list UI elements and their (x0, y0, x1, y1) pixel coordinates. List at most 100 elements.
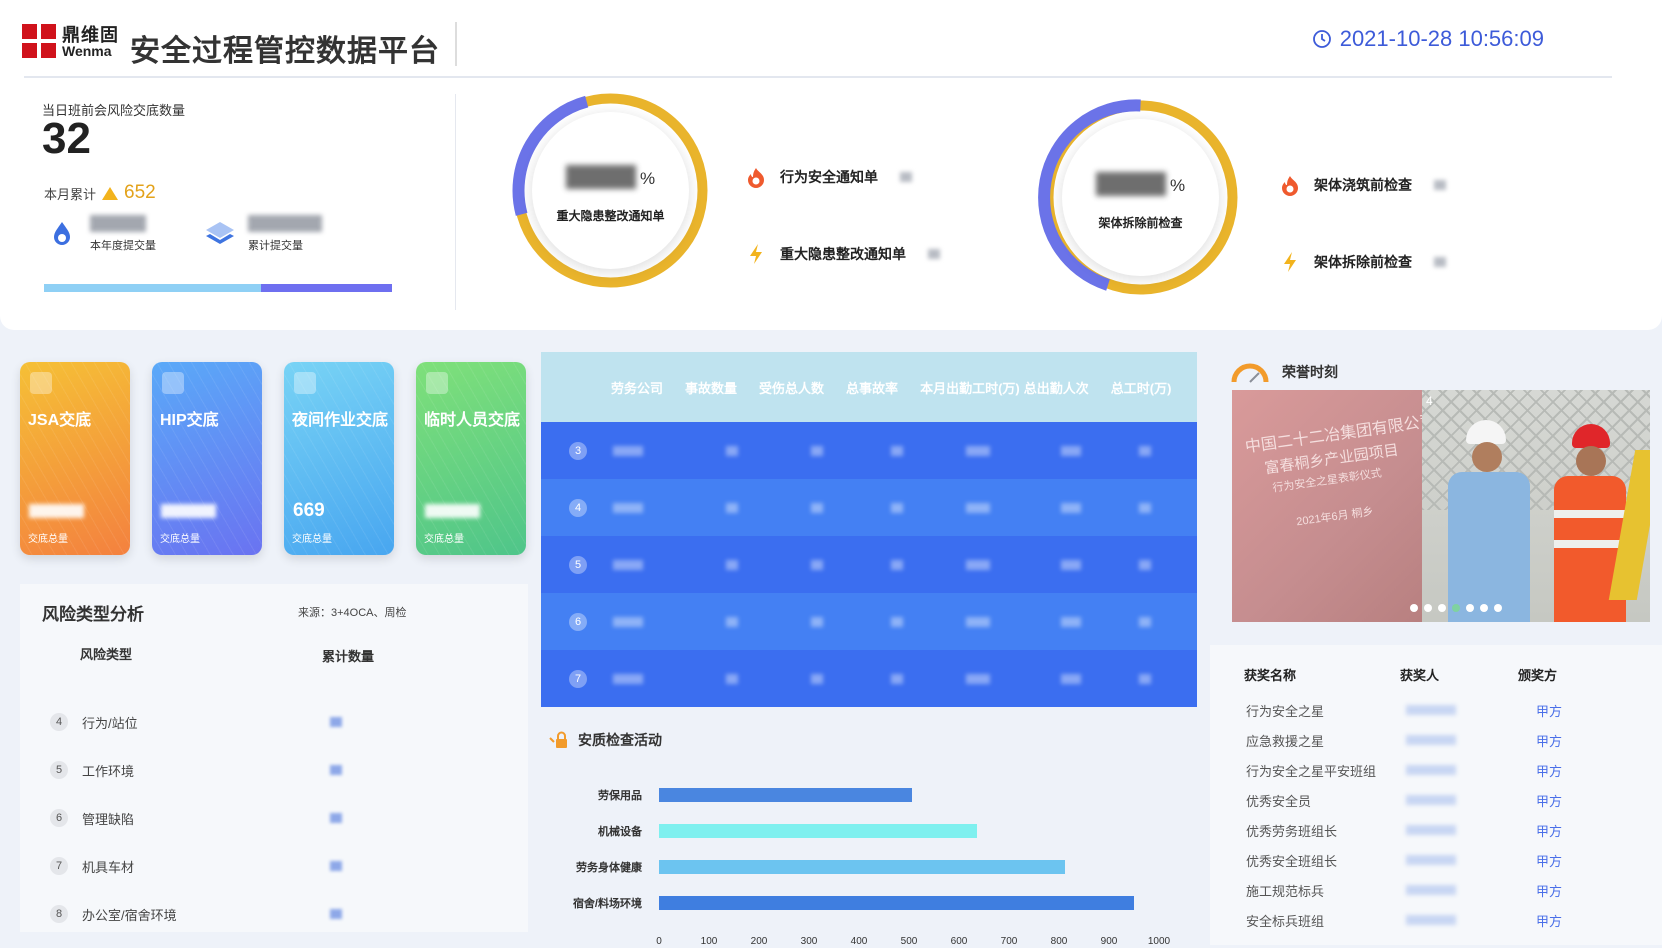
gauge-icon (1231, 363, 1269, 383)
table-row[interactable]: 应急救援之星 甲方 (1246, 731, 1626, 751)
trophy-icon (30, 372, 52, 394)
awards-col-giver: 颁奖方 (1518, 668, 1558, 683)
tick-label: 600 (950, 936, 968, 947)
lightning-icon (750, 244, 762, 264)
row-index: 4 (569, 498, 587, 517)
award-giver: 甲方 (1536, 914, 1563, 929)
logo-cn: 鼎维固 (62, 25, 119, 45)
activity-title-text: 安质检查活动 (578, 732, 662, 748)
risk-col-count: 累计数量 (322, 649, 375, 664)
th-rate: 总事故率 (846, 380, 899, 396)
tick-label: 300 (800, 936, 818, 947)
card-night[interactable]: 夜间作业交底 669 交底总量 (284, 362, 394, 555)
card-temp[interactable]: 临时人员交底 交底总量 (416, 362, 526, 555)
tick-label: 1000 (1147, 936, 1171, 947)
ring-2-label: 架体拆除前检查 (1098, 216, 1183, 230)
bar (659, 788, 912, 802)
fire-icon (1282, 176, 1298, 196)
card-night-sub: 交底总量 (292, 534, 332, 545)
honor-title-text: 荣誉时刻 (1282, 364, 1338, 380)
table-row[interactable]: 4 (541, 479, 1197, 536)
list-item[interactable]: 6 管理缺陷 (50, 806, 470, 830)
table-row[interactable]: 7 (541, 650, 1197, 707)
legend-1b: 重大隐患整改通知单 (746, 243, 940, 265)
table-row[interactable]: 5 (541, 536, 1197, 593)
tick-label: 200 (750, 936, 768, 947)
ring-2-value (1095, 172, 1166, 196)
datetime-text: 2021-10-28 10:56:09 (1339, 26, 1544, 51)
table-row[interactable]: 3 (541, 422, 1197, 479)
award-name: 施工规范标兵 (1246, 884, 1325, 899)
row-name: 机具车材 (82, 859, 135, 875)
photo-scene: 4 (1422, 390, 1650, 622)
row-value (330, 813, 342, 823)
card-night-label: 夜间作业交底 (292, 412, 389, 429)
table-row[interactable]: 行为安全之星平安班组 甲方 (1246, 761, 1626, 781)
photo-index: 4 (1426, 394, 1433, 408)
award-giver: 甲方 (1536, 824, 1563, 839)
trophy-icon (294, 372, 316, 394)
layers-icon (206, 222, 234, 244)
th-month-hours: 本月出勤工时(万) (920, 380, 1020, 396)
table-row[interactable]: 优秀安全班组长 甲方 (1246, 851, 1626, 871)
card-hip[interactable]: HIP交底 交底总量 (152, 362, 262, 555)
award-name: 行为安全之星 (1246, 704, 1325, 719)
list-item[interactable]: 7 机具车材 (50, 854, 470, 878)
tick-label: 900 (1100, 936, 1118, 947)
card-hip-sub: 交底总量 (160, 534, 200, 545)
up-arrow-icon (102, 186, 119, 200)
row-name: 行为/站位 (82, 715, 138, 731)
table-row[interactable]: 6 (541, 593, 1197, 650)
tick-label: 400 (850, 936, 868, 947)
th-total-hours: 总工时(万) (1110, 380, 1172, 396)
table-row[interactable]: 行为安全之星 甲方 (1246, 701, 1626, 721)
tick-label: 0 (656, 936, 662, 947)
honor-photo[interactable]: 中国二十二冶集团有限公司 富春桐乡产业园项目 行为安全之星表彰仪式 2021年6… (1232, 390, 1650, 622)
legend-2a: 架体浇筑前检查 (1280, 174, 1446, 196)
ring-2-unit: % (1169, 176, 1186, 195)
kpi-month-label: 本月累计 (44, 186, 97, 202)
carousel-dots[interactable] (1232, 604, 1650, 612)
award-giver: 甲方 (1536, 854, 1563, 869)
row-index: 6 (569, 612, 587, 631)
table-row[interactable]: 优秀劳务班组长 甲方 (1246, 821, 1626, 841)
legend-2b-value (1434, 257, 1446, 267)
divider (455, 22, 457, 66)
card-jsa-label: JSA交底 (28, 412, 92, 429)
risk-panel: 风险类型分析 来源：3+4OCA、周检 风险类型 累计数量 4 行为/站位 5 工作… (20, 584, 528, 932)
card-jsa-sub: 交底总量 (28, 534, 68, 545)
award-name: 优秀劳务班组长 (1246, 824, 1338, 839)
table-header: 劳务公司 事故数量 受伤总人数 总事故率 本月出勤工时(万) 总出勤人次 总工时(万) (541, 352, 1197, 422)
risk-col-type: 风险类型 (80, 647, 133, 662)
legend-1a: 行为安全通知单 (746, 166, 912, 188)
kpi-progress-bar (44, 284, 392, 292)
legend-1b-label: 重大隐患整改通知单 (780, 246, 906, 262)
list-item[interactable]: 5 工作环境 (50, 758, 470, 782)
risk-source: 来源：3+4OCA、周检 (298, 607, 407, 619)
banner-line4: 2021年6月 桐乡 (1295, 505, 1375, 529)
table-row[interactable]: 施工规范标兵 甲方 (1246, 881, 1626, 901)
activity-bar-chart: 劳保用品 机械设备 劳务身体健康 宿舍/料场环境 0 100 200 300 400 500 600… (560, 768, 1200, 948)
card-hip-value (161, 504, 216, 518)
logo-mark-icon (22, 24, 56, 60)
table-row[interactable]: 安全标兵班组 甲方 (1246, 911, 1626, 931)
table-row[interactable]: 优秀安全员 甲方 (1246, 791, 1626, 811)
award-name: 优秀安全员 (1246, 794, 1312, 809)
trophy-icon (426, 372, 448, 394)
card-jsa-value (29, 504, 84, 518)
clock-icon (1312, 30, 1331, 48)
activity-title: 安质检查活动 (548, 730, 662, 750)
ring-1-label: 重大隐患整改通知单 (556, 209, 665, 223)
list-item[interactable]: 4 行为/站位 (50, 710, 470, 734)
row-index: 5 (50, 761, 68, 779)
stat-year: 本年度提交量 (46, 215, 156, 253)
stat-total: 累计提交量 (204, 215, 322, 253)
row-index: 4 (50, 713, 68, 731)
list-item[interactable]: 8 办公室/宿舍环境 (50, 902, 470, 926)
th-attendance: 总出勤人次 (1023, 380, 1089, 396)
row-value (330, 765, 342, 775)
logo: 鼎维固 Wenma (22, 24, 119, 60)
legend-1a-value (900, 172, 912, 182)
card-jsa[interactable]: JSA交底交底总量 (20, 362, 130, 555)
bar-label: 宿舍/料场环境 (572, 898, 642, 910)
